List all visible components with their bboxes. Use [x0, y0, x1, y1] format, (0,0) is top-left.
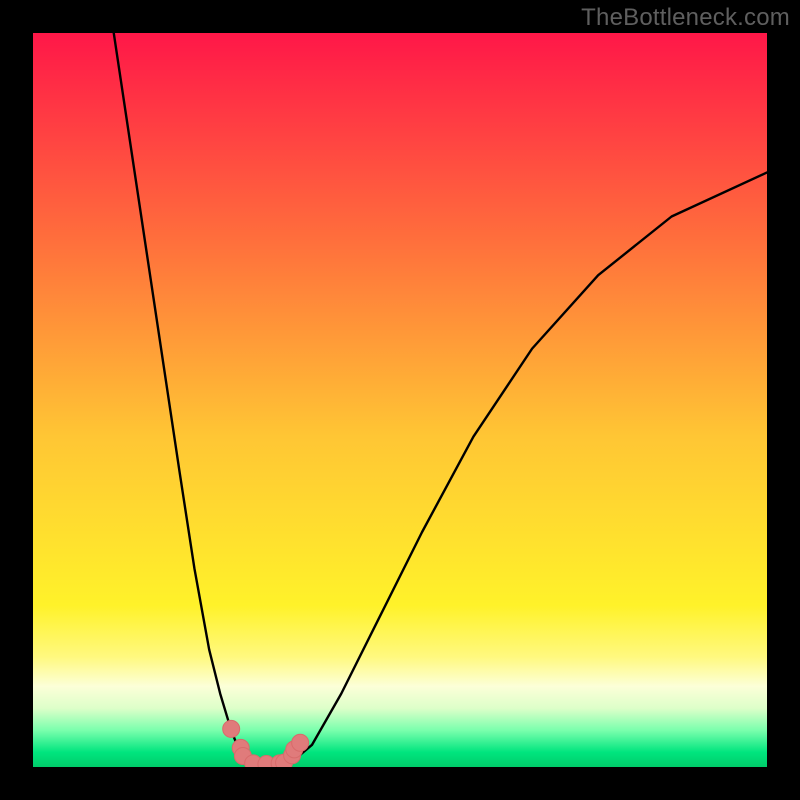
chart-frame: TheBottleneck.com [0, 0, 800, 800]
data-marker [223, 720, 240, 737]
bottleneck-curve [114, 33, 767, 766]
watermark-text: TheBottleneck.com [581, 4, 790, 32]
curve-layer [33, 33, 767, 767]
curve-path [114, 33, 767, 766]
plot-area [33, 33, 767, 767]
data-marker [292, 734, 309, 751]
data-markers [223, 720, 309, 767]
